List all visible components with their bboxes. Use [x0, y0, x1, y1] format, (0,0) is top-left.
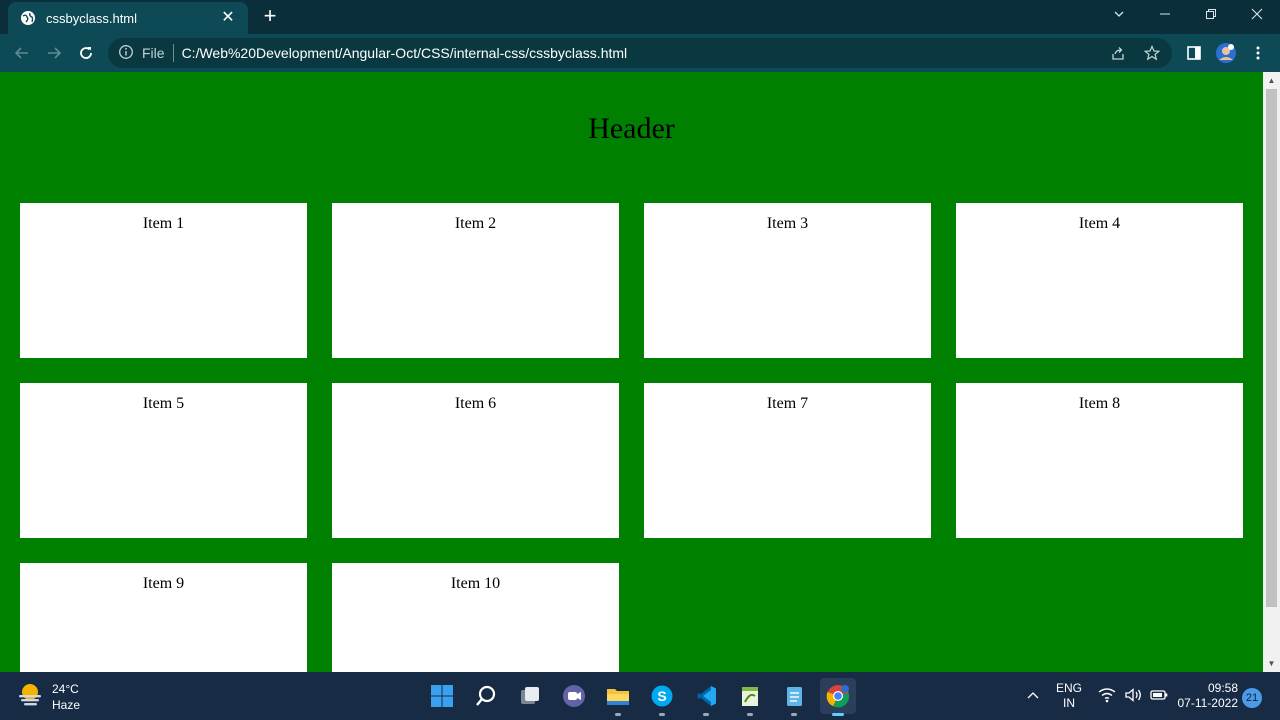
- tab-title: cssbyclass.html: [46, 10, 138, 26]
- new-tab-button[interactable]: +: [258, 5, 282, 29]
- clock[interactable]: 09:58 07-11-2022: [1176, 672, 1239, 720]
- info-icon[interactable]: [118, 44, 136, 62]
- vertical-scrollbar[interactable]: ▲ ▼: [1263, 72, 1280, 672]
- browser-tab-active[interactable]: cssbyclass.html ✕: [8, 2, 248, 34]
- active-indicator: [832, 713, 844, 716]
- wifi-icon: [1098, 687, 1116, 706]
- svg-text:S: S: [657, 688, 666, 704]
- running-indicator: [659, 713, 665, 716]
- input-language-indicator[interactable]: ENG IN: [1056, 672, 1082, 720]
- back-arrow-icon[interactable]: [10, 41, 34, 65]
- show-hidden-icons-chevron-up-icon[interactable]: [1026, 672, 1040, 720]
- grid-item: Item 7: [644, 383, 931, 538]
- windows-taskbar: 24°C Haze S ENG IN 09:58 07-11-2022: [0, 672, 1280, 720]
- grid-item: Item 1: [20, 203, 307, 358]
- tab-search-chevron-down-icon[interactable]: [1096, 0, 1142, 32]
- close-tab-icon[interactable]: ✕: [218, 8, 238, 28]
- item-grid: Item 1 Item 2 Item 3 Item 4 Item 5 Item …: [20, 203, 1243, 672]
- weather-description: Haze: [52, 697, 81, 712]
- system-tray-quick-settings[interactable]: [1098, 672, 1168, 720]
- reload-icon[interactable]: [74, 41, 98, 65]
- teams-chat-icon[interactable]: [556, 678, 592, 714]
- vscode-icon[interactable]: [688, 678, 724, 716]
- running-indicator: [703, 713, 709, 716]
- notification-count-badge[interactable]: 21: [1242, 688, 1262, 708]
- share-icon[interactable]: [1108, 43, 1128, 63]
- url-scheme-label: File: [142, 45, 165, 61]
- start-icon[interactable]: [424, 678, 460, 714]
- close-window-icon[interactable]: [1234, 0, 1280, 32]
- grid-item: Item 8: [956, 383, 1243, 538]
- grid-item: Item 3: [644, 203, 931, 358]
- grid-item: Item 10: [332, 563, 619, 672]
- browser-titlebar: cssbyclass.html ✕ +: [0, 0, 1280, 34]
- keyboard-region: IN: [1063, 696, 1075, 710]
- bookmark-star-icon[interactable]: [1142, 43, 1162, 63]
- taskbar-apps: S: [424, 678, 856, 716]
- grid-item: Item 2: [332, 203, 619, 358]
- browser-toolbar: File C:/Web%20Development/Angular-Oct/CS…: [0, 34, 1280, 72]
- page-header: Header: [588, 112, 675, 145]
- running-indicator: [747, 713, 753, 716]
- clock-time: 09:58: [1207, 681, 1238, 695]
- grid-item: Item 9: [20, 563, 307, 672]
- skype-icon[interactable]: S: [644, 678, 680, 716]
- grid-item: Item 4: [956, 203, 1243, 358]
- omnibox-divider: [172, 44, 174, 62]
- notepad-icon[interactable]: [776, 678, 812, 716]
- haze-weather-icon: [16, 680, 44, 713]
- notepad-plus-icon[interactable]: [732, 678, 768, 716]
- forward-arrow-icon[interactable]: [42, 41, 66, 65]
- volume-icon: [1124, 687, 1142, 706]
- chrome-icon[interactable]: [820, 678, 856, 716]
- task-view-icon[interactable]: [512, 678, 548, 714]
- language-code: ENG: [1056, 681, 1083, 695]
- file-explorer-icon[interactable]: [600, 678, 636, 716]
- battery-charging-icon: [1150, 687, 1168, 706]
- weather-widget[interactable]: 24°C Haze: [16, 680, 80, 713]
- scroll-up-arrow-icon[interactable]: ▲: [1263, 72, 1280, 89]
- side-panel-icon[interactable]: [1182, 41, 1206, 65]
- address-bar[interactable]: File C:/Web%20Development/Angular-Oct/CS…: [108, 38, 1172, 68]
- scrollbar-thumb[interactable]: [1266, 89, 1277, 607]
- globe-icon: [20, 10, 36, 26]
- running-indicator: [615, 713, 621, 716]
- minimize-window-icon[interactable]: [1142, 0, 1188, 32]
- scroll-down-arrow-icon[interactable]: ▼: [1263, 655, 1280, 672]
- clock-date: 07-11-2022: [1177, 696, 1239, 710]
- grid-item: Item 5: [20, 383, 307, 538]
- browser-menu-icon[interactable]: [1246, 41, 1270, 65]
- profile-avatar[interactable]: [1214, 41, 1238, 65]
- restore-window-icon[interactable]: [1188, 0, 1234, 32]
- search-icon[interactable]: [468, 678, 504, 714]
- grid-item: Item 6: [332, 383, 619, 538]
- page-viewport: Header Item 1 Item 2 Item 3 Item 4 Item …: [0, 72, 1263, 672]
- url-text[interactable]: C:/Web%20Development/Angular-Oct/CSS/int…: [182, 45, 628, 61]
- running-indicator: [791, 713, 797, 716]
- weather-temperature: 24°C: [52, 681, 79, 696]
